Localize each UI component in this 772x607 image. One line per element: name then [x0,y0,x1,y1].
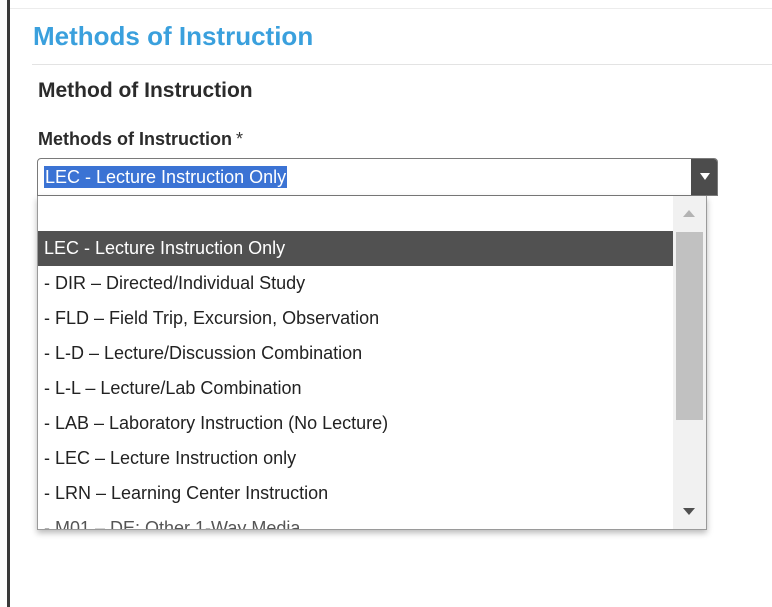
dropdown-option[interactable]: - LRN – Learning Center Instruction [38,476,674,511]
dropdown-option[interactable]: - LAB – Laboratory Instruction (No Lectu… [38,406,674,441]
dropdown-option[interactable]: - DIR – Directed/Individual Study [38,266,674,301]
option-list: LEC - Lecture Instruction Only - DIR – Di… [38,231,674,529]
field-label: Methods of Instruction * [38,129,243,150]
dropdown-option[interactable]: - LEC – Lecture Instruction only [38,441,674,476]
scroll-up-arrow-icon [683,210,695,217]
select-current-value[interactable]: LEC - Lecture Instruction Only [44,166,288,188]
dropdown-option[interactable]: - L-L – Lecture/Lab Combination [38,371,674,406]
left-border [7,0,10,607]
dropdown-option-selected[interactable]: LEC - Lecture Instruction Only [38,231,674,266]
top-divider [10,8,772,9]
scroll-thumb[interactable] [676,232,703,420]
methods-of-instruction-select[interactable]: LEC - Lecture Instruction Only [37,158,718,196]
dropdown-option[interactable]: - FLD – Field Trip, Excursion, Observati… [38,301,674,336]
required-marker: * [235,129,243,149]
dropdown-scrollbar[interactable] [673,196,706,529]
scroll-down-button[interactable] [673,496,706,529]
dropdown-list[interactable]: LEC - Lecture Instruction Only - DIR – Di… [37,196,707,530]
chevron-down-icon [700,173,710,180]
subsection-title: Method of Instruction [38,79,253,102]
dropdown-option[interactable]: - L-D – Lecture/Discussion Combination [38,336,674,371]
scroll-up-button[interactable] [673,196,706,229]
section-divider [32,64,772,65]
select-toggle-button[interactable] [691,159,717,195]
scroll-down-arrow-icon [683,508,695,515]
dropdown-option[interactable]: - M01 – DE: Other 1-Way Media [38,511,674,529]
section-title: Methods of Instruction [33,21,314,51]
field-label-text: Methods of Instruction [38,129,232,149]
